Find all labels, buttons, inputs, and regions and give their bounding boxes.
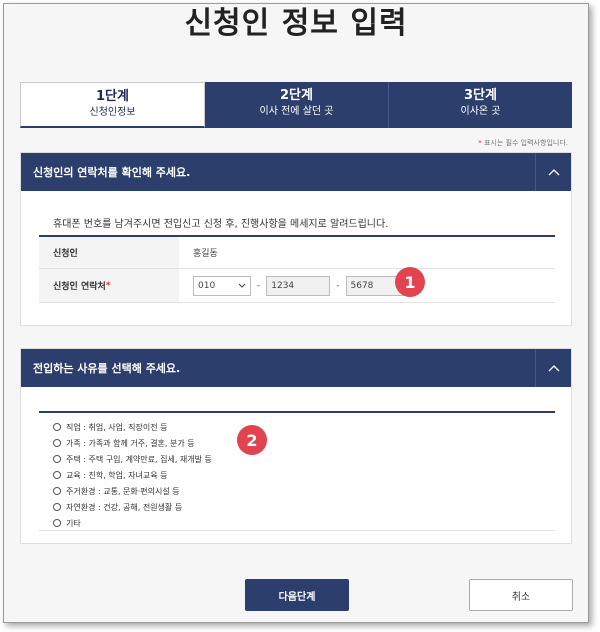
tab-step-number: 3단계 [464,88,497,103]
phone-row: 신청인 연락처 * 010 - 1234 - 5678 [39,269,555,303]
reason-section-title: 전입하는 사유를 선택해 주세요. [33,362,181,375]
divider [39,530,555,531]
contact-form-table: 신청인 홍길동 신청인 연락처 * 010 - 1234 - 5678 [39,235,555,303]
annotation-badge-2: 2 [237,425,267,455]
reason-option-label: 주택 : 주택 구입, 계약만료, 집세, 재개발 등 [66,454,212,464]
page-title: 신청인 정보 입력 [184,6,408,41]
reason-option-label: 기타 [66,518,81,528]
reason-option-housing[interactable]: 주택 : 주택 구입, 계약만료, 집세, 재개발 등 [53,451,555,467]
reason-option-label: 교육 : 진학, 학업, 자녀교육 등 [66,470,168,480]
required-note: * 표시는 필수 입력사항입니다. [478,138,568,148]
tab-step-number: 1단계 [96,89,129,104]
required-note-text: 표시는 필수 입력사항입니다. [484,139,568,147]
chevron-down-icon [238,281,246,291]
contact-section-header: 신청인의 연락처를 확인해 주세요. [21,153,571,191]
phone-prefix-value: 010 [198,280,216,291]
chevron-up-icon[interactable] [535,153,571,191]
reason-option-education[interactable]: 교육 : 진학, 학업, 자녀교육 등 [53,467,555,483]
cancel-button[interactable]: 취소 [469,579,573,611]
phone-separator: - [336,280,340,291]
applicant-label: 신청인 [39,237,179,268]
required-star: * [105,280,111,291]
radio-unchecked-icon[interactable] [53,519,61,527]
reason-section-header: 전입하는 사유를 선택해 주세요. [21,349,571,387]
tab-step-3[interactable]: 3단계 이사온 곳 [389,82,572,128]
contact-guide-text: 휴대폰 번호를 남겨주시면 전입신고 신청 후, 진행사항을 메세지로 알려드립… [53,219,389,230]
chevron-up-icon[interactable] [535,349,571,387]
reason-section: 전입하는 사유를 선택해 주세요. 직업 : 취업, 사업, 직장이전 등 가족… [20,348,572,544]
next-step-button[interactable]: 다음단계 [245,579,349,611]
reason-radio-list: 직업 : 취업, 사업, 직장이전 등 가족 : 가족과 함께 거주, 결혼, … [39,411,555,531]
step-tabs: 1단계 신청인정보 2단계 이사 전에 살던 곳 3단계 이사온 곳 [20,82,572,128]
tab-step-name: 이사 전에 살던 곳 [259,106,334,117]
reason-option-job[interactable]: 직업 : 취업, 사업, 직장이전 등 [53,419,555,435]
tab-step-number: 2단계 [280,88,313,103]
reason-option-natural-environment[interactable]: 자연환경 : 건강, 공해, 전원생활 등 [53,499,555,515]
phone-inputs: 010 - 1234 - 5678 [179,269,555,302]
phone-middle-input[interactable]: 1234 [266,275,331,296]
contact-section: 신청인의 연락처를 확인해 주세요. 휴대폰 번호를 남겨주시면 전입신고 신청… [20,152,572,326]
reason-option-living-environment[interactable]: 주거환경 : 교통, 문화·편의시설 등 [53,483,555,499]
phone-separator: - [257,280,261,291]
phone-label: 신청인 연락처 * [39,269,179,302]
reason-option-other[interactable]: 기타 [53,515,555,531]
phone-label-text: 신청인 연락처 [53,282,106,292]
reason-option-label: 직업 : 취업, 사업, 직장이전 등 [66,422,168,432]
required-star: * [478,139,482,147]
annotation-badge-1: 1 [395,267,425,297]
applicant-row: 신청인 홍길동 [39,237,555,269]
radio-unchecked-icon[interactable] [53,423,61,431]
radio-unchecked-icon[interactable] [53,503,61,511]
tab-step-1[interactable]: 1단계 신청인정보 [20,82,205,128]
reason-option-label: 가족 : 가족과 함께 거주, 결혼, 분가 등 [66,438,195,448]
reason-option-label: 자연환경 : 건강, 공해, 전원생활 등 [66,502,183,512]
radio-unchecked-icon[interactable] [53,455,61,463]
radio-unchecked-icon[interactable] [53,487,61,495]
window-frame: 신청인 정보 입력 1단계 신청인정보 2단계 이사 전에 살던 곳 3단계 이… [3,3,589,623]
contact-section-title: 신청인의 연락처를 확인해 주세요. [33,166,191,179]
tab-step-2[interactable]: 2단계 이사 전에 살던 곳 [205,82,389,128]
reason-option-family[interactable]: 가족 : 가족과 함께 거주, 결혼, 분가 등 [53,435,555,451]
radio-unchecked-icon[interactable] [53,471,61,479]
tab-step-name: 신청인정보 [89,107,136,118]
phone-prefix-select[interactable]: 010 [193,275,251,296]
applicant-name: 홍길동 [193,249,218,259]
tab-step-name: 이사온 곳 [460,106,501,117]
reason-option-label: 주거환경 : 교통, 문화·편의시설 등 [66,486,180,496]
radio-unchecked-icon[interactable] [53,439,61,447]
